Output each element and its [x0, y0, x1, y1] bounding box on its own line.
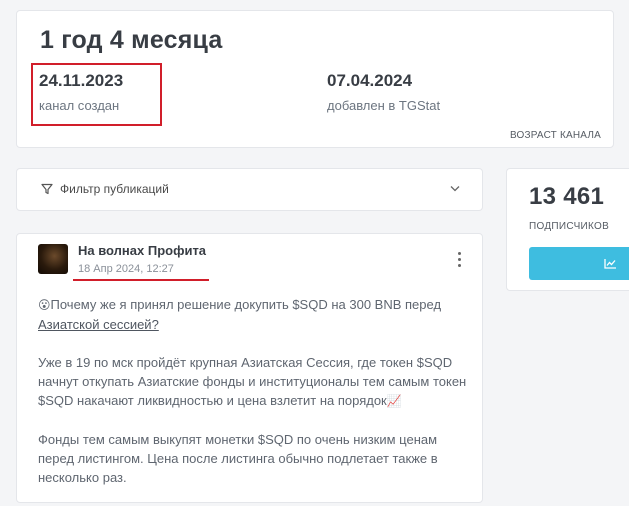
- post-date-underline: [73, 279, 209, 281]
- filter-label: Фильтр публикаций: [60, 182, 169, 196]
- added-date-block: 07.04.2024 добавлен в TGStat: [327, 71, 440, 113]
- filter-icon: [41, 183, 53, 195]
- created-date-highlight: [31, 63, 162, 126]
- more-vertical-icon[interactable]: [458, 252, 462, 268]
- added-label: добавлен в TGStat: [327, 98, 441, 113]
- subscribers-label: ПОДПИСЧИКОВ: [529, 221, 610, 232]
- filter-publications-dropdown[interactable]: Фильтр публикаций: [16, 168, 483, 211]
- channel-age-caption: ВОЗРАСТ КАНАЛА: [509, 130, 601, 141]
- post-card: На волнах Профита 18 Апр 2024, 12:27 😮По…: [16, 233, 483, 503]
- added-date: 07.04.2024: [327, 71, 413, 90]
- post-paragraph-1-text: Почему же я принял решение докупить $SQD…: [50, 297, 442, 312]
- chart-up-emoji: 📈: [386, 394, 402, 408]
- post-paragraph-2: Уже в 19 по мск пройдёт крупная Азиатска…: [38, 353, 468, 411]
- channel-age-title: 1 год 4 месяца: [40, 26, 223, 54]
- post-body: 😮Почему же я принял решение докупить $SQ…: [38, 295, 468, 506]
- subscribers-chart-button[interactable]: [529, 247, 629, 280]
- line-chart-icon: [604, 259, 616, 269]
- post-paragraph-3: Фонды тем самым выкупят монетки $SQD по …: [38, 430, 468, 487]
- subscribers-count: 13 461: [529, 183, 605, 210]
- chevron-down-icon: [450, 186, 460, 192]
- post-date[interactable]: 18 Апр 2024, 12:27: [78, 263, 174, 275]
- surprised-face-emoji: 😮: [38, 298, 51, 312]
- post-link-asian-session[interactable]: Азиатской сессией?: [38, 317, 159, 332]
- channel-avatar[interactable]: [38, 244, 68, 274]
- post-paragraph-2-text: Уже в 19 по мск пройдёт крупная Азиатска…: [38, 355, 467, 408]
- post-paragraph-1: 😮Почему же я принял решение докупить $SQ…: [38, 295, 468, 334]
- post-paragraph-3-text: Фонды тем самым выкупят монетки $SQD по …: [38, 432, 438, 485]
- channel-age-card: 1 год 4 месяца 24.11.2023 канал создан 0…: [16, 10, 614, 148]
- subscribers-card: 13 461 ПОДПИСЧИКОВ: [506, 168, 629, 291]
- post-channel-name[interactable]: На волнах Профита: [78, 243, 206, 258]
